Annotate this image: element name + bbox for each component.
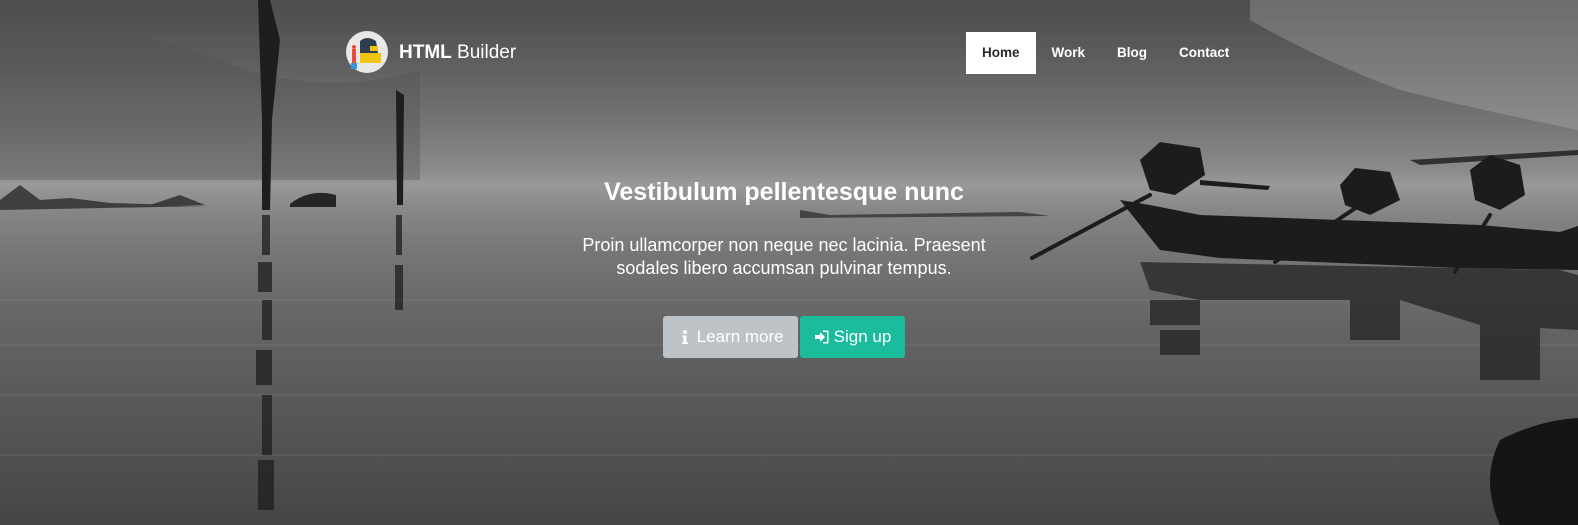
- builder-mascot-icon: [346, 31, 388, 73]
- nav-item-work[interactable]: Work: [1036, 32, 1102, 74]
- nav-item-contact[interactable]: Contact: [1163, 32, 1245, 74]
- hero-section: HTML Builder Home Work Blog Contact Vest…: [0, 0, 1578, 525]
- learn-more-label: Learn more: [696, 327, 784, 346]
- brand-name: HTML Builder: [399, 43, 516, 62]
- sign-in-icon: [814, 330, 829, 344]
- main-nav: Home Work Blog Contact: [966, 32, 1245, 74]
- hero-content: Vestibulum pellentesque nunc Proin ullam…: [534, 176, 1034, 358]
- hero-headline: Vestibulum pellentesque nunc: [604, 178, 964, 206]
- learn-more-button[interactable]: Learn more: [662, 316, 798, 358]
- sign-up-button[interactable]: Sign up: [799, 316, 906, 358]
- brand[interactable]: HTML Builder: [346, 31, 516, 73]
- hero-lede: Proin ullamcorper non neque nec lacinia.…: [582, 235, 986, 278]
- sign-up-label: Sign up: [833, 327, 892, 346]
- brand-name-light: Builder: [451, 41, 517, 63]
- info-icon: [681, 330, 688, 344]
- nav-item-home[interactable]: Home: [966, 32, 1036, 74]
- nav-item-blog[interactable]: Blog: [1101, 32, 1163, 74]
- brand-name-bold: HTML: [399, 41, 452, 63]
- hero-actions: Learn more Sign up: [534, 316, 1034, 358]
